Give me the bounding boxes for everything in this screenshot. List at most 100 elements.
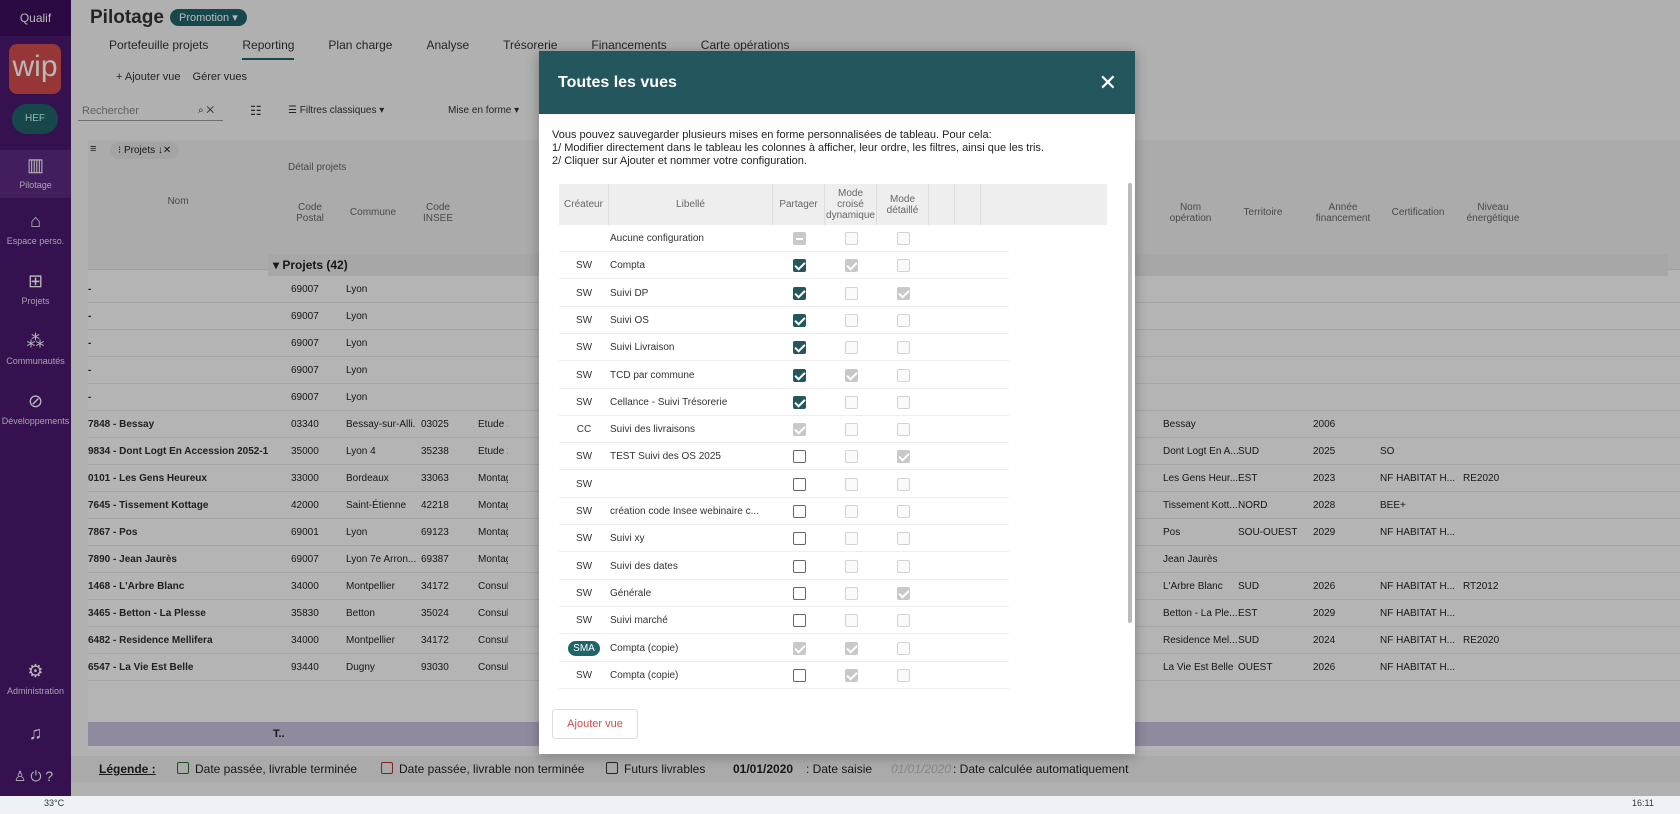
view-label: création code Insee webinaire c... [610,506,759,517]
checkbox-share[interactable] [793,313,806,327]
checkbox-detail [897,450,910,464]
view-row[interactable]: SW Cellance - Suivi Trésorerie [559,389,1009,416]
views-table-header: Créateur Libellé Partager Mode croisé dy… [559,184,1107,225]
checkbox-cross [845,286,858,300]
checkbox-detail [897,668,910,682]
col-createur: Créateur [559,184,609,225]
checkbox-share [793,423,806,437]
checkbox-cross [845,532,858,546]
dialog-scrollbar[interactable] [1128,183,1132,623]
checkbox-cross [845,559,858,573]
checkbox-cross [845,614,858,628]
view-label: Compta (copie) [610,669,679,681]
checkbox-cross [845,259,858,273]
view-creator: SW [575,615,593,627]
view-creator: SW [575,369,593,381]
views-table: Créateur Libellé Partager Mode croisé dy… [559,184,1107,694]
view-row[interactable]: SW Suivi marché [559,607,1009,635]
checkbox-share[interactable] [793,505,806,518]
view-creator: SW [575,560,593,572]
view-label: Suivi DP [610,287,649,299]
view-creator: SW [575,396,593,408]
view-label: Suivi des livraisons [610,424,696,436]
view-row[interactable]: SMA Compta (copie) [559,635,1009,662]
view-row[interactable]: SW Suivi xy [559,525,1009,553]
checkbox-share[interactable] [793,614,806,628]
checkbox-detail [897,395,910,409]
checkbox-cross [845,668,858,682]
view-creator: SW [575,669,593,681]
checkbox-share[interactable] [793,532,806,546]
checkbox-share[interactable] [793,450,806,464]
checkbox-detail [897,559,910,573]
intro-line: Vous pouvez sauvegarder plusieurs mises … [552,129,992,141]
view-row[interactable]: SW Générale [559,580,1009,607]
checkbox-cross [845,477,858,491]
intro-line: 2/ Cliquer sur Ajouter et nommer votre c… [552,155,807,167]
col-extra [955,184,981,225]
dialog-header: Toutes les vues ✕ [539,51,1135,114]
col-croise: Mode croisé dynamique [825,184,877,225]
view-label: TCD par commune [610,369,695,381]
checkbox-cross [845,423,858,437]
view-creator: SW [575,478,593,490]
dialog-intro: Vous pouvez sauvegarder plusieurs mises … [552,129,1044,168]
view-row[interactable]: SW TCD par commune [559,362,1009,389]
checkbox-cross [845,341,858,355]
checkbox-detail [897,477,910,491]
view-label: Suivi des dates [610,560,678,572]
col-detaille: Mode détaillé [877,184,929,225]
intro-line: 1/ Modifier directement dans le tableau … [552,142,1044,154]
view-label: Suivi marché [610,615,668,627]
checkbox-share [793,232,806,245]
checkbox-share[interactable] [793,368,806,382]
view-creator: SW [575,587,593,599]
checkbox-cross [845,450,858,464]
dialog-title: Toutes les vues [558,74,677,91]
add-view-button[interactable]: Ajouter vue [552,709,638,739]
view-row[interactable]: Aucune configuration [559,225,1009,252]
view-creator: SMA [559,635,609,662]
checkbox-share[interactable] [793,559,806,573]
close-icon[interactable]: ✕ [1099,51,1117,114]
checkbox-share[interactable] [793,341,806,355]
checkbox-share[interactable] [793,477,806,491]
checkbox-cross [845,586,858,600]
views-dialog: Toutes les vues ✕ Vous pouvez sauvegarde… [539,51,1135,754]
checkbox-detail [897,423,910,437]
view-row[interactable]: SW création code Insee webinaire c... [559,498,1009,525]
checkbox-share[interactable] [793,259,806,273]
view-creator: SW [575,314,593,326]
view-row[interactable]: CC Suivi des livraisons [559,416,1009,444]
checkbox-detail [897,286,910,300]
checkbox-detail [897,341,910,355]
checkbox-share[interactable] [793,395,806,409]
checkbox-detail [897,641,910,655]
checkbox-detail [897,532,910,546]
view-row[interactable]: SW Suivi des dates [559,553,1009,580]
view-row[interactable]: SW Suivi DP [559,280,1009,307]
view-label: Générale [610,587,652,599]
checkbox-detail [897,313,910,327]
view-row[interactable]: SW Compta (copie) [559,662,1009,689]
col-libelle: Libellé [609,184,773,225]
col-extra [929,184,955,225]
view-label: Cellance - Suivi Trésorerie [610,396,728,408]
checkbox-cross [845,313,858,327]
view-row[interactable]: SW Suivi Livraison [559,334,1009,362]
view-row[interactable]: SW Suivi OS [559,307,1009,334]
checkbox-detail [897,368,910,382]
view-row[interactable]: SW Compta [559,252,1009,280]
view-creator: SW [575,342,593,354]
view-row[interactable]: SW [559,471,1009,498]
view-row[interactable]: SW TEST Suivi des OS 2025 [559,443,1009,471]
checkbox-detail [897,505,910,518]
checkbox-detail [897,259,910,273]
checkbox-cross [845,505,858,518]
creator-badge: SMA [568,640,600,656]
checkbox-share[interactable] [793,286,806,300]
checkbox-detail [897,614,910,628]
view-creator: SW [575,287,593,299]
checkbox-share[interactable] [793,668,806,682]
checkbox-share[interactable] [793,586,806,600]
